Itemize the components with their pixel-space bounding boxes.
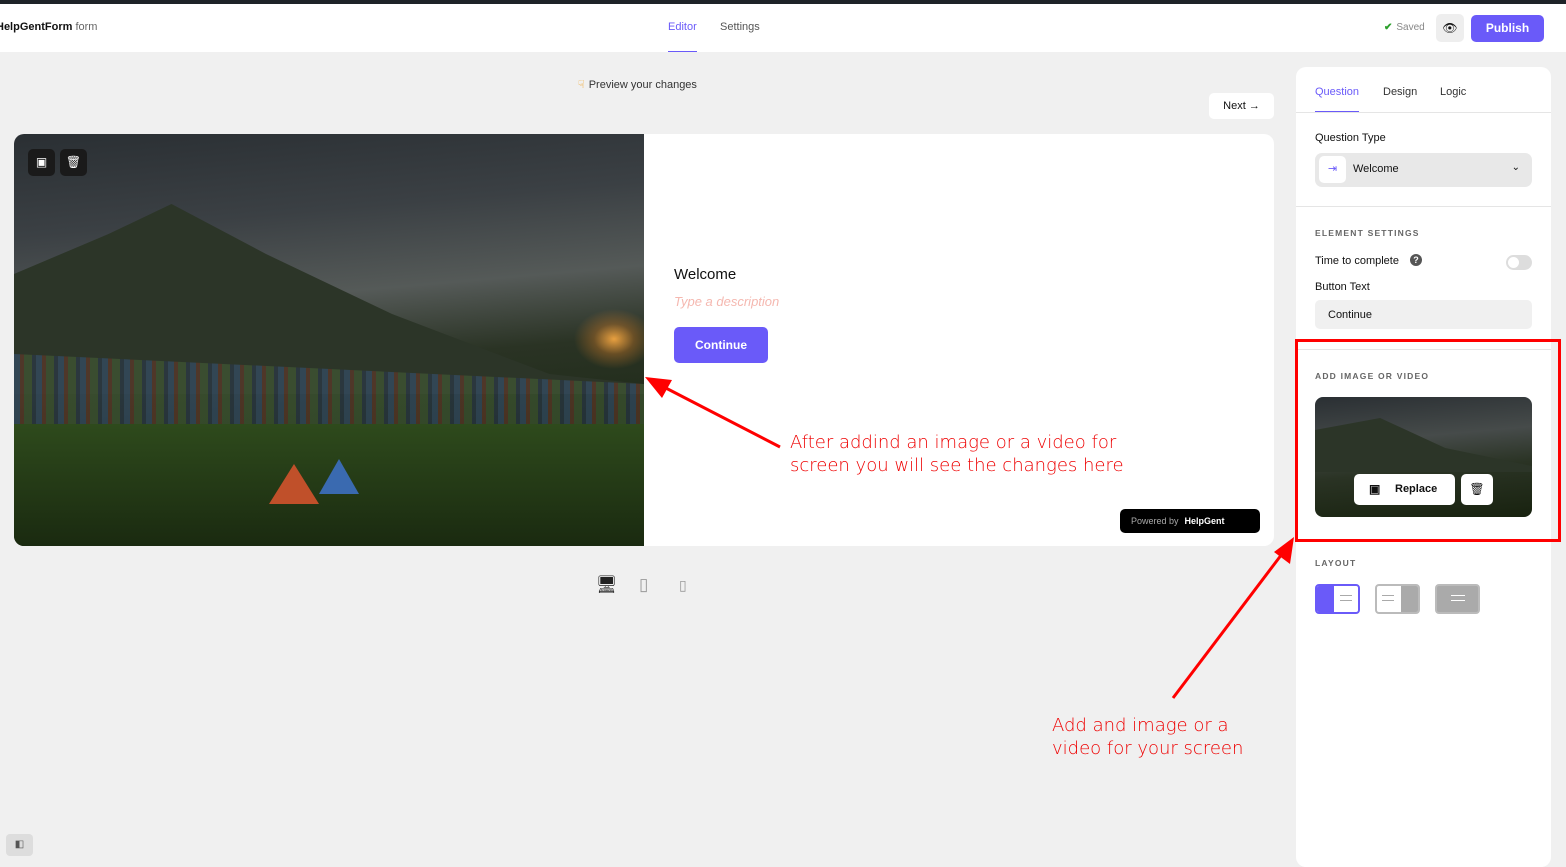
annotation-preview-text: After addind an image or a video for scr… (790, 432, 1124, 476)
annotation-panel-text: Add and image or a video for your screen (1052, 715, 1244, 759)
annotation-arrows (645, 377, 1294, 699)
sidebar-toggle-icon[interactable]: ◧ (6, 834, 33, 856)
